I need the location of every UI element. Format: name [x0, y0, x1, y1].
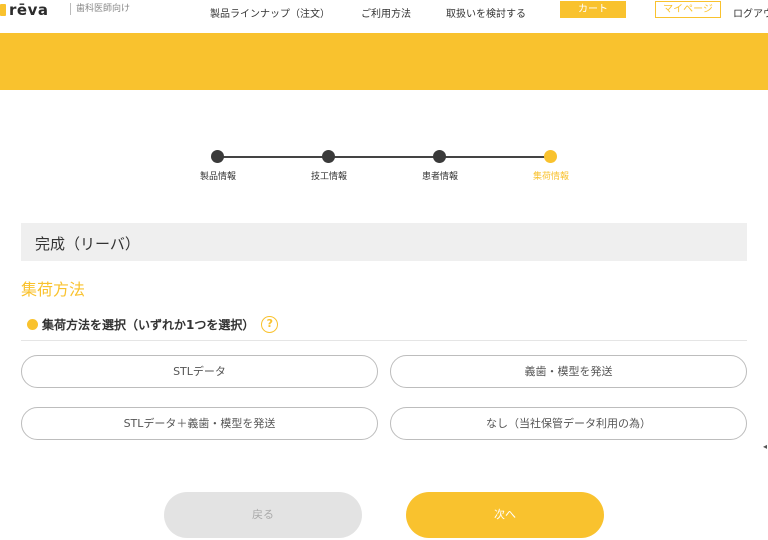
step-dot-patient [433, 150, 446, 163]
question-label: 集荷方法を選択（いずれか1つを選択） ? [27, 316, 279, 333]
site-header: rēva 歯科医師向け 製品ラインナップ（注文） ご利用方法 取扱いを検討する … [0, 0, 768, 24]
back-button[interactable]: 戻る [164, 492, 362, 538]
option-none[interactable]: なし（当社保管データ利用の為） [390, 407, 747, 440]
step-dot-pickup [544, 150, 557, 163]
nav-consider[interactable]: 取扱いを検討する [446, 5, 526, 20]
logout-link[interactable]: ログアウ [733, 5, 768, 20]
step-label-pickup: 集荷情報 [532, 172, 569, 182]
hero-banner [0, 33, 768, 90]
step-dot-product [211, 150, 224, 163]
logo-mark-icon [0, 4, 6, 16]
logo-text: rēva [9, 1, 49, 19]
product-name: 完成（リーバ） [35, 235, 140, 253]
option-stl-and-ship[interactable]: STLデータ＋義歯・模型を発送 [21, 407, 378, 440]
mypage-button[interactable]: マイページ [655, 1, 721, 18]
stepper-line [218, 156, 550, 158]
scroll-indicator-icon: ◂ [763, 442, 768, 451]
step-label-patient: 患者情報 [421, 172, 458, 182]
nav-product-lineup[interactable]: 製品ラインナップ（注文） [210, 5, 330, 20]
section-title: 集荷方法 [21, 280, 86, 299]
cart-button[interactable]: カート [560, 1, 626, 18]
step-label-product: 製品情報 [199, 172, 236, 182]
bullet-dot-icon [27, 319, 38, 330]
question-text: 集荷方法を選択（いずれか1つを選択） [42, 318, 255, 332]
step-dot-lab [322, 150, 335, 163]
option-ship-denture-model[interactable]: 義歯・模型を発送 [390, 355, 747, 388]
option-stl-data[interactable]: STLデータ [21, 355, 378, 388]
product-bar: 完成（リーバ） [21, 223, 747, 261]
nav-how-to-use[interactable]: ご利用方法 [361, 5, 411, 20]
site-logo[interactable]: rēva [0, 0, 48, 20]
next-button[interactable]: 次へ [406, 492, 604, 538]
progress-stepper: 製品情報 技工情報 患者情報 集荷情報 [0, 145, 768, 185]
divider [21, 340, 747, 341]
audience-label: 歯科医師向け [70, 3, 130, 15]
step-label-lab: 技工情報 [310, 172, 347, 182]
help-icon[interactable]: ? [261, 316, 279, 333]
